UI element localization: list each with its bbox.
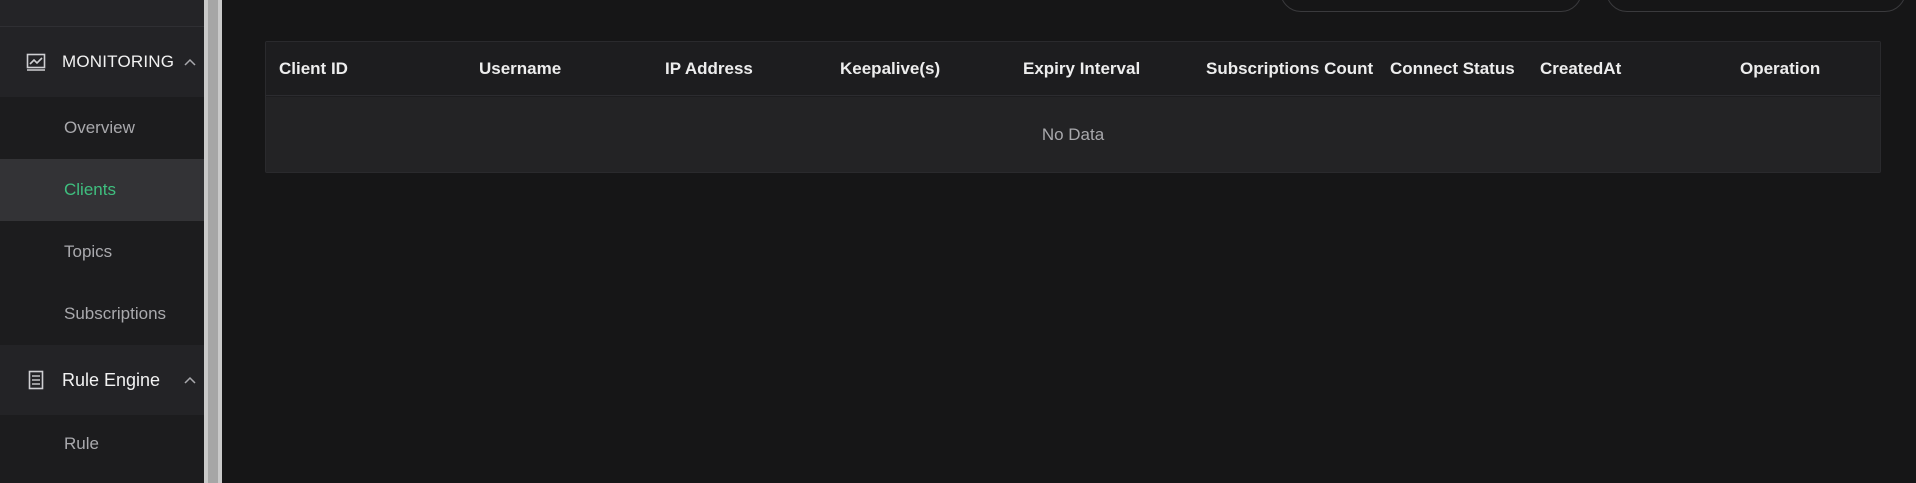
chevron-up-icon[interactable] — [184, 374, 196, 386]
sidebar: MONITORING Overview Clients Topics Subsc… — [0, 0, 204, 483]
column-header-ip-address[interactable]: IP Address — [665, 42, 753, 96]
column-header-subscriptions-count[interactable]: Subscriptions Count — [1206, 42, 1373, 96]
sidebar-group-label: MONITORING — [62, 52, 175, 71]
column-header-connect-status[interactable]: Connect Status — [1390, 42, 1515, 96]
column-header-expiry-interval[interactable]: Expiry Interval — [1023, 42, 1140, 96]
monitor-chart-icon — [26, 52, 46, 72]
sidebar-item-label: Subscriptions — [64, 304, 167, 323]
column-header-operation: Operation — [1740, 59, 1821, 78]
table-body: No Data — [266, 97, 1880, 172]
column-header-created-at[interactable]: CreatedAt — [1540, 42, 1621, 96]
sidebar-group-monitoring[interactable]: MONITORING — [0, 27, 204, 97]
sidebar-top-item[interactable] — [0, 0, 204, 27]
column-header-username[interactable]: Username — [479, 42, 561, 96]
sidebar-item-topics[interactable]: Topics — [0, 221, 204, 283]
table-header: Client ID Username IP Address Keepalive(… — [266, 42, 1880, 96]
sidebar-item-label: Overview — [64, 118, 135, 137]
sidebar-item-label: Rule — [64, 434, 99, 453]
chevron-up-icon[interactable] — [184, 56, 196, 68]
sidebar-item-label: Topics — [64, 242, 113, 261]
clients-table: Client ID Username IP Address Keepalive(… — [265, 41, 1881, 173]
search-input[interactable] — [1606, 0, 1906, 12]
document-list-icon — [26, 370, 46, 390]
sidebar-item-overview[interactable]: Overview — [0, 97, 204, 159]
sidebar-item-clients[interactable]: Clients — [0, 159, 204, 221]
column-header-client-id[interactable]: Client ID — [279, 42, 348, 96]
filter-input[interactable] — [1280, 0, 1582, 12]
sidebar-scrollbar[interactable] — [204, 0, 222, 483]
column-header-keepalive[interactable]: Keepalive(s) — [840, 42, 940, 96]
scrollbar-track[interactable] — [208, 0, 218, 483]
main-content: Client ID Username IP Address Keepalive(… — [222, 0, 1916, 483]
sidebar-item-label: Clients — [64, 180, 116, 199]
sidebar-group-label: Rule Engine — [62, 369, 161, 390]
sidebar-item-subscriptions[interactable]: Subscriptions — [0, 283, 204, 345]
app-window: MONITORING Overview Clients Topics Subsc… — [0, 0, 1916, 483]
empty-state-text: No Data — [1041, 124, 1105, 144]
sidebar-group-rule-engine[interactable]: Rule Engine — [0, 345, 204, 415]
sidebar-item-rule[interactable]: Rule — [0, 413, 204, 475]
